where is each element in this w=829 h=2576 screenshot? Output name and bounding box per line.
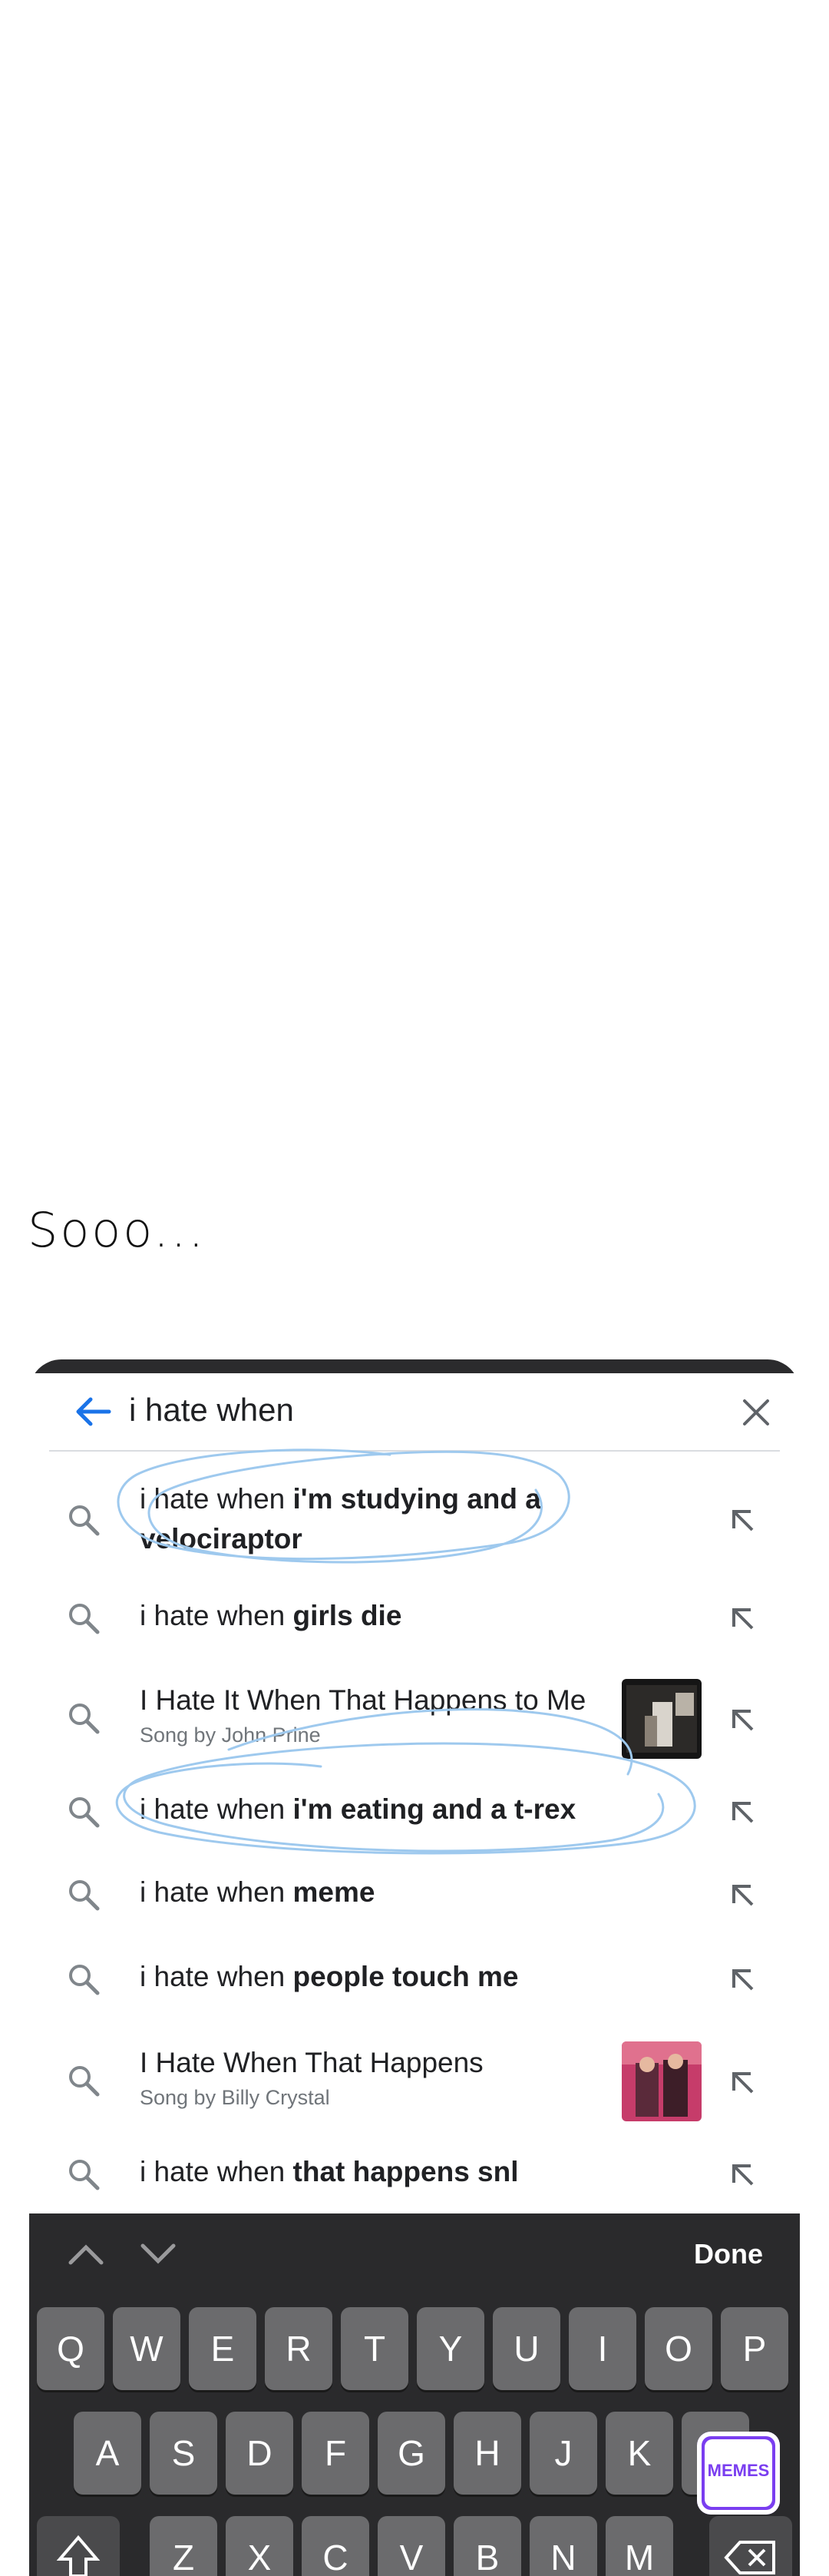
key-d[interactable]: D — [226, 2412, 293, 2495]
key-o[interactable]: O — [645, 2307, 712, 2390]
key-u[interactable]: U — [493, 2307, 560, 2390]
status-strip — [29, 1359, 800, 1373]
arrow-up-left-icon[interactable] — [728, 1505, 757, 1535]
search-icon — [69, 2066, 100, 2097]
arrow-up-left-icon[interactable] — [728, 2160, 757, 2189]
suggestion-item[interactable]: i hate when girls die — [29, 1579, 800, 1656]
memes-watermark-logo: MEMES — [697, 2432, 780, 2515]
key-y[interactable]: Y — [417, 2307, 484, 2390]
suggestion-text: i hate when that happens snl — [140, 2156, 519, 2187]
key-h[interactable]: H — [454, 2412, 521, 2495]
chevron-down-icon[interactable] — [138, 2240, 178, 2267]
shift-icon — [56, 2535, 101, 2576]
key-r[interactable]: R — [265, 2307, 332, 2390]
suggestion-text: I Hate It When That Happens to Me — [140, 1684, 586, 1716]
suggestion-subtitle: Song by John Prine — [140, 1723, 321, 1747]
arrow-up-left-icon[interactable] — [728, 1965, 757, 1994]
key-b[interactable]: B — [454, 2516, 521, 2576]
search-bar[interactable]: i hate when — [49, 1373, 780, 1452]
key-w[interactable]: W — [113, 2307, 180, 2390]
suggestion-text: i hate when i'm studying and a velocirap… — [140, 1483, 541, 1555]
suggestion-text: i hate when girls die — [140, 1600, 402, 1631]
chevron-up-icon[interactable] — [66, 2240, 106, 2267]
backspace-icon — [724, 2541, 775, 2574]
album-thumbnail — [622, 2041, 702, 2121]
suggestion-item[interactable]: I Hate When That Happens Song by Billy C… — [29, 2032, 800, 2127]
suggestion-item[interactable]: i hate when i'm studying and a velocirap… — [29, 1472, 800, 1568]
key-n[interactable]: N — [530, 2516, 597, 2576]
key-e[interactable]: E — [189, 2307, 256, 2390]
suggestion-item[interactable]: i hate when i'm eating and a t-rex — [29, 1773, 800, 1849]
arrow-up-left-icon[interactable] — [728, 1797, 757, 1826]
key-p[interactable]: P — [721, 2307, 788, 2390]
key-a[interactable]: A — [74, 2412, 141, 2495]
key-k[interactable]: K — [606, 2412, 673, 2495]
suggestion-subtitle: Song by Billy Crystal — [140, 2086, 330, 2109]
suggestion-item[interactable]: i hate when people touch me — [29, 1940, 800, 2017]
key-j[interactable]: J — [530, 2412, 597, 2495]
suggestion-text: I Hate When That Happens — [140, 2047, 484, 2078]
key-z[interactable]: Z — [150, 2516, 217, 2576]
key-c[interactable]: C — [302, 2516, 369, 2576]
key-x[interactable]: X — [226, 2516, 293, 2576]
suggestion-item[interactable]: i hate when that happens snl — [29, 2135, 800, 2212]
arrow-up-left-icon[interactable] — [728, 1880, 757, 1909]
search-icon — [69, 1965, 100, 1995]
search-icon — [69, 1880, 100, 1911]
suggestion-item[interactable]: I Hate It When That Happens to Me Song b… — [29, 1670, 800, 1765]
delete-key[interactable] — [709, 2516, 792, 2576]
suggestion-text: i hate when meme — [140, 1876, 375, 1908]
key-f[interactable]: F — [302, 2412, 369, 2495]
search-icon — [69, 1604, 100, 1634]
close-icon[interactable] — [740, 1396, 772, 1429]
search-icon — [69, 2160, 100, 2190]
search-icon — [69, 1505, 100, 1536]
search-input[interactable]: i hate when — [129, 1392, 294, 1429]
key-t[interactable]: T — [341, 2307, 408, 2390]
arrow-up-left-icon[interactable] — [728, 2068, 757, 2097]
shift-key[interactable] — [37, 2516, 120, 2576]
done-button[interactable]: Done — [694, 2238, 763, 2270]
arrow-up-left-icon[interactable] — [728, 1604, 757, 1633]
keyboard: Done Q W E R T Y U I O P A S D F G H J K… — [29, 2213, 800, 2576]
album-thumbnail — [622, 1679, 702, 1759]
keyboard-toolbar: Done — [29, 2213, 800, 2293]
search-icon — [69, 1797, 100, 1828]
key-v[interactable]: V — [378, 2516, 445, 2576]
key-i[interactable]: I — [569, 2307, 636, 2390]
key-m[interactable]: M — [606, 2516, 673, 2576]
logo-label: MEMES — [707, 2461, 770, 2480]
suggestion-text: i hate when i'm eating and a t-rex — [140, 1793, 576, 1825]
arrow-up-left-icon[interactable] — [728, 1705, 757, 1734]
key-q[interactable]: Q — [37, 2307, 104, 2390]
search-icon — [69, 1704, 100, 1734]
key-g[interactable]: G — [378, 2412, 445, 2495]
suggestion-item[interactable]: i hate when meme — [29, 1856, 800, 1932]
caption-text: Sooo... — [28, 1202, 206, 1258]
phone-screenshot: i hate when i hate when i'm studying and… — [29, 1359, 800, 2576]
back-arrow-icon[interactable] — [74, 1395, 112, 1429]
suggestion-text: i hate when people touch me — [140, 1961, 519, 1992]
key-s[interactable]: S — [150, 2412, 217, 2495]
